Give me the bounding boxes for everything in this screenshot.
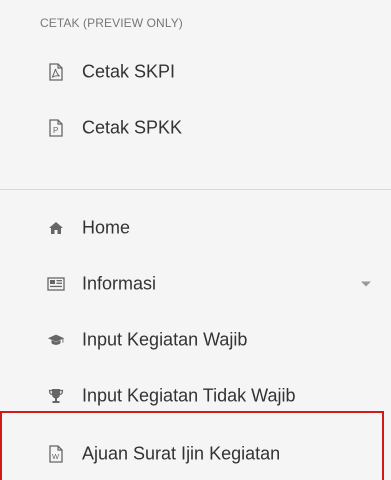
pdf-file-icon	[47, 63, 65, 81]
sidebar-item-input-kegiatan-tidak-wajib[interactable]: Input Kegiatan Tidak Wajib	[0, 374, 391, 418]
sidebar-item-informasi[interactable]: Informasi	[0, 262, 391, 306]
svg-text:W: W	[52, 452, 60, 461]
sidebar: CETAK (PREVIEW ONLY) Cetak SKPI P Cetak …	[0, 0, 391, 480]
section-header-print: CETAK (PREVIEW ONLY)	[40, 16, 183, 30]
sidebar-item-label: Ajuan Surat Ijin Kegiatan	[82, 443, 281, 464]
sidebar-item-label: Input Kegiatan Tidak Wajib	[82, 385, 296, 406]
svg-text:P: P	[53, 126, 58, 135]
sidebar-item-input-kegiatan-wajib[interactable]: Input Kegiatan Wajib	[0, 318, 391, 362]
sidebar-item-ajuan-surat-ijin-kegiatan[interactable]: W Ajuan Surat Ijin Kegiatan	[0, 432, 391, 476]
sidebar-item-cetak-spkk[interactable]: P Cetak SPKK	[0, 106, 391, 150]
home-icon	[47, 219, 65, 237]
sidebar-item-label: Input Kegiatan Wajib	[82, 329, 248, 350]
sidebar-item-home[interactable]: Home	[0, 206, 391, 250]
trophy-icon	[47, 387, 65, 405]
graduation-cap-icon	[47, 331, 65, 349]
divider	[0, 189, 391, 190]
word-file-icon: W	[47, 445, 65, 463]
sidebar-item-cetak-skpi[interactable]: Cetak SKPI	[0, 50, 391, 94]
sidebar-item-label: Cetak SKPI	[82, 61, 176, 82]
sidebar-item-label: Cetak SPKK	[82, 117, 183, 138]
sidebar-item-label: Informasi	[82, 273, 157, 294]
newspaper-icon	[47, 275, 65, 293]
sidebar-item-label: Home	[82, 217, 131, 238]
chevron-down-icon	[361, 281, 371, 287]
p-file-icon: P	[47, 119, 65, 137]
